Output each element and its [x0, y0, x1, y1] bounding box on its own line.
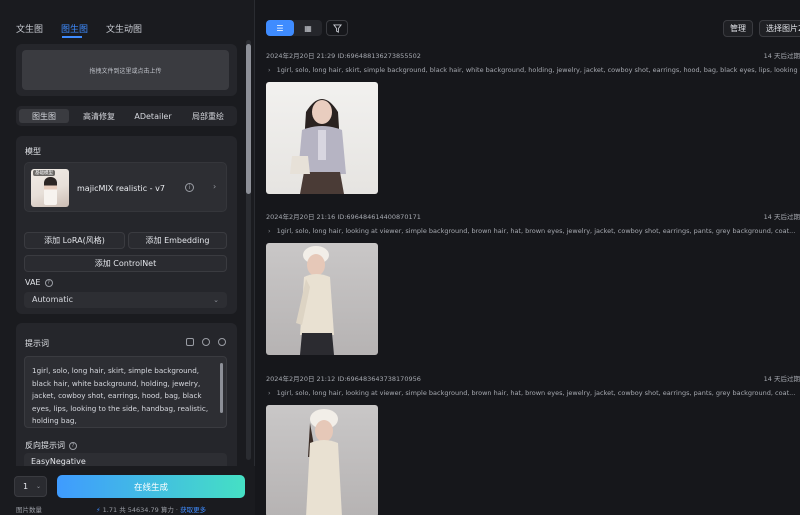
tab-text-to-image[interactable]: 文生图: [16, 22, 43, 35]
result-entry: 2024年2月20日 21:12 ID:696483643738170956 1…: [266, 373, 800, 515]
add-controlnet-button[interactable]: 添加 ControlNet: [24, 255, 227, 272]
result-image[interactable]: [266, 243, 378, 355]
prompt-text: 1girl, solo, long hair, skirt, simple ba…: [32, 366, 209, 426]
mode-tab-adetailer[interactable]: ADetailer: [127, 109, 179, 123]
entry-prompt-text: 1girl, solo, long hair, looking at viewe…: [276, 389, 796, 397]
upload-hint: 拖拽文件到这里或点击上传: [89, 67, 162, 75]
tab-image-to-image[interactable]: 图生图: [61, 22, 88, 35]
vae-label: VAE: [25, 278, 41, 287]
model-selector[interactable]: 基础模型 majicMIX realistic - v7 i ›: [24, 162, 227, 212]
bolt-icon: ⚡: [96, 506, 101, 514]
results-panel: ☰ ▦ 管理 选择图片2 2024年2月20日 21:29 ID:6964881…: [256, 0, 800, 515]
grid-view-icon[interactable]: ▦: [294, 20, 322, 36]
view-toggle: ☰ ▦: [266, 20, 322, 36]
vae-select[interactable]: Automatic ⌄: [24, 292, 227, 308]
result-entry: 2024年2月20日 21:29 ID:696488136273855502 1…: [266, 50, 800, 200]
generate-button[interactable]: 在线生成: [57, 475, 245, 498]
upload-card: 拖拽文件到这里或点击上传: [16, 44, 237, 96]
vae-label-row: VAE?: [25, 278, 53, 287]
image-count-label: 图片数量: [16, 506, 42, 514]
entry-expire: 14 天后过期: [763, 52, 800, 60]
chevron-down-icon: ⌄: [35, 483, 41, 490]
entry-meta: 2024年2月20日 21:29 ID:696488136273855502: [266, 52, 421, 60]
mode-tabs: 图生图 高清修复 ADetailer 局部重绘: [16, 106, 237, 126]
entry-prompt-text: 1girl, solo, long hair, skirt, simple ba…: [276, 66, 800, 74]
active-tab-underline: [62, 36, 82, 38]
credits-info: ⚡ 1.71 共 54634.79 算力 · 获取更多: [96, 504, 206, 514]
info-icon[interactable]: i: [185, 183, 194, 192]
tab-text-to-animation[interactable]: 文生动图: [106, 22, 142, 35]
chevron-right-icon: ›: [268, 227, 271, 235]
prompt-textarea[interactable]: 1girl, solo, long hair, skirt, simple ba…: [24, 356, 227, 428]
mode-tab-inpaint[interactable]: 局部重绘: [182, 109, 234, 123]
negative-prompt-label-row: 反向提示词?: [25, 440, 77, 451]
entry-prompt[interactable]: › 1girl, solo, long hair, looking at view…: [268, 227, 800, 235]
copy-icon[interactable]: [186, 338, 194, 346]
prompt-title: 提示词: [25, 339, 49, 348]
entry-prompt[interactable]: › 1girl, solo, long hair, skirt, simple b…: [268, 66, 800, 74]
entry-expire: 14 天后过期: [763, 375, 800, 383]
model-badge: 基础模型: [33, 170, 55, 176]
result-image[interactable]: [266, 405, 378, 515]
model-section-title: 模型: [25, 147, 41, 156]
chevron-down-icon: ⌄: [213, 296, 219, 304]
result-image[interactable]: [266, 82, 378, 194]
entry-expire: 14 天后过期: [763, 213, 800, 221]
manage-button[interactable]: 管理: [723, 20, 753, 37]
bottom-bar: 1 ⌄ 在线生成 图片数量 ⚡ 1.71 共 54634.79 算力 · 获取更…: [0, 466, 255, 515]
add-lora-button[interactable]: 添加 LoRA(风格): [24, 232, 125, 249]
settings-icon[interactable]: [218, 338, 226, 346]
chevron-right-icon: ›: [213, 182, 217, 191]
vae-value: Automatic: [32, 295, 74, 304]
entry-prompt[interactable]: › 1girl, solo, long hair, looking at view…: [268, 389, 800, 397]
entry-meta: 2024年2月20日 21:12 ID:696483643738170956: [266, 375, 421, 383]
select-images-button[interactable]: 选择图片2: [759, 20, 800, 37]
upload-dropzone[interactable]: 拖拽文件到这里或点击上传: [22, 50, 229, 90]
model-thumbnail: 基础模型: [31, 169, 69, 207]
refresh-icon[interactable]: [202, 338, 210, 346]
model-name: majicMIX realistic - v7: [77, 184, 165, 193]
result-entry: 2024年2月20日 21:16 ID:696484614400870171 1…: [266, 211, 800, 361]
mode-tab-hires[interactable]: 高清修复: [73, 109, 125, 123]
chevron-right-icon: ›: [268, 389, 271, 397]
credits-text: 1.71 共 54634.79 算力 ·: [102, 506, 178, 514]
chevron-right-icon: ›: [268, 66, 271, 74]
negative-prompt-title: 反向提示词: [25, 441, 65, 450]
image-count-value: 1: [23, 482, 29, 491]
left-scrollbar-thumb[interactable]: [246, 44, 251, 194]
prompt-scrollbar[interactable]: [220, 363, 223, 413]
filter-icon[interactable]: [326, 20, 348, 36]
mode-tab-img2img[interactable]: 图生图: [19, 109, 69, 123]
get-more-link[interactable]: 获取更多: [180, 506, 206, 514]
help-icon[interactable]: ?: [44, 278, 53, 287]
help-icon[interactable]: ?: [69, 441, 77, 450]
add-embedding-button[interactable]: 添加 Embedding: [128, 232, 227, 249]
list-view-icon[interactable]: ☰: [266, 20, 294, 36]
top-tabs: 文生图 图生图 文生动图: [0, 0, 255, 40]
entry-prompt-text: 1girl, solo, long hair, looking at viewe…: [276, 227, 796, 235]
left-panel: 文生图 图生图 文生动图 拖拽文件到这里或点击上传 图生图 高清修复 ADeta…: [0, 0, 255, 515]
image-count-select[interactable]: 1 ⌄: [14, 476, 47, 497]
entry-meta: 2024年2月20日 21:16 ID:696484614400870171: [266, 213, 421, 221]
